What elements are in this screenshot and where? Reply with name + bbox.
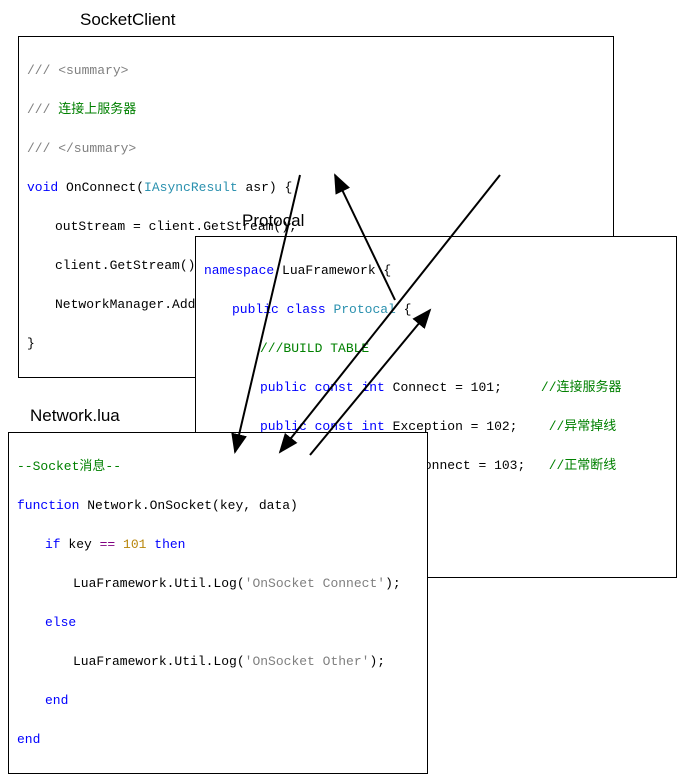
code-text: asr) { (238, 180, 293, 195)
network-code: --Socket消息-- function Network.OnSocket(k… (8, 432, 428, 774)
code-text: { (396, 302, 412, 317)
code-text: ///BUILD TABLE (204, 339, 369, 359)
code-text: /// </summary> (27, 141, 136, 156)
code-text: ); (385, 576, 401, 591)
code-text (307, 380, 315, 395)
code-text: IAsyncResult (144, 180, 238, 195)
code-text: function (17, 498, 79, 513)
code-text: /// (27, 102, 58, 117)
code-text: class (287, 302, 326, 317)
code-text: OnConnect( (58, 180, 144, 195)
code-text: public (232, 302, 279, 317)
code-text: else (17, 613, 76, 633)
code-text: if (45, 537, 61, 552)
code-text: void (27, 180, 58, 195)
code-text: 'OnSocket Connect' (245, 576, 385, 591)
code-text: ); (369, 654, 385, 669)
code-text: key (61, 537, 100, 552)
code-text: end (17, 732, 40, 747)
code-text: 连接上服务器 (58, 102, 136, 117)
code-text: Connect = 101; (385, 380, 541, 395)
protocal-title: Protocal (242, 211, 304, 231)
code-text (115, 537, 123, 552)
code-text: == (100, 537, 116, 552)
code-text (279, 302, 287, 317)
code-text: then (154, 537, 185, 552)
code-text: int (361, 380, 384, 395)
code-text: end (17, 691, 68, 711)
code-text: public (260, 380, 307, 395)
socketclient-title: SocketClient (80, 10, 175, 30)
code-text: 101 (123, 537, 146, 552)
code-text: } (27, 336, 35, 351)
code-text: --Socket消息-- (17, 459, 121, 474)
network-title: Network.lua (30, 406, 120, 426)
code-text: //异常掉线 (549, 419, 617, 434)
code-text: Protocal (333, 302, 395, 317)
code-text: /// <summary> (27, 63, 128, 78)
code-text: const (315, 380, 354, 395)
code-text: Network.OnSocket(key, data) (79, 498, 297, 513)
code-text: LuaFramework.Util.Log( (73, 576, 245, 591)
code-text: LuaFramework.Util.Log( (73, 654, 245, 669)
code-text: namespace (204, 263, 274, 278)
code-text: //正常断线 (549, 458, 617, 473)
code-text: //连接服务器 (541, 380, 622, 395)
code-text: 'OnSocket Other' (245, 654, 370, 669)
code-text: LuaFramework { (274, 263, 391, 278)
